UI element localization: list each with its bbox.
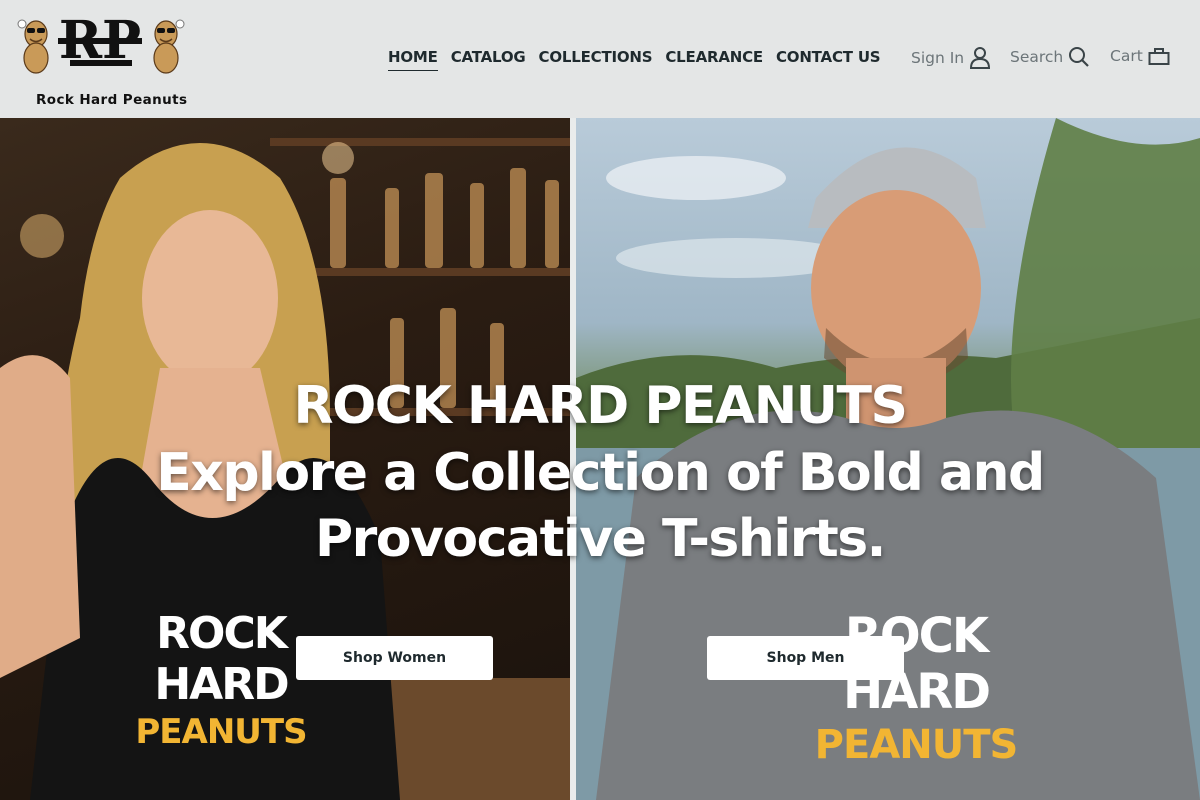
nav-item-catalog[interactable]: CATALOG	[451, 48, 526, 71]
user-icon	[970, 47, 991, 69]
women-shirt-print: ROCK HARD PEANUTS	[96, 608, 346, 752]
shop-men-button[interactable]: Shop Men	[707, 636, 904, 680]
search-link[interactable]: Search	[1010, 46, 1090, 68]
brand-name: Rock Hard Peanuts	[36, 92, 188, 108]
women-shirt-line2: PEANUTS	[135, 712, 307, 752]
logo-mark-icon: RP	[17, 10, 185, 74]
nav-item-collections[interactable]: COLLECTIONS	[539, 48, 653, 71]
shop-women-button[interactable]: Shop Women	[296, 636, 493, 680]
hero-subtitle: Explore a Collection of Bold and Provoca…	[100, 440, 1100, 572]
nav-item-contact-us[interactable]: CONTACT US	[776, 48, 881, 71]
hero-subtitle-line2: Provocative T-shirts.	[315, 509, 886, 569]
search-icon	[1069, 47, 1090, 67]
men-shirt-line2: PEANUTS	[814, 722, 1019, 768]
nav-item-home[interactable]: HOME	[388, 48, 438, 71]
hero-title: ROCK HARD PEANUTS	[293, 376, 908, 436]
nav-item-clearance[interactable]: CLEARANCE	[665, 48, 763, 71]
sign-in-label: Sign In	[911, 49, 965, 67]
main-nav: HOME CATALOG COLLECTIONS CLEARANCE CONTA…	[388, 48, 893, 71]
men-shirt-print: ROCK HARD PEANUTS	[766, 608, 1066, 768]
search-label: Search	[1010, 48, 1064, 66]
hero-banner: ROCK HARD PEANUTS ROCK HARD PEANUTS ROCK…	[0, 118, 1200, 800]
cart-label: Cart	[1110, 47, 1143, 65]
hero-subtitle-line1: Explore a Collection of Bold and	[156, 443, 1045, 503]
brand-logo[interactable]: RP Rock Hard Peanuts	[14, 10, 187, 108]
shopping-bag-icon	[1148, 48, 1170, 65]
sign-in-link[interactable]: Sign In	[911, 46, 991, 70]
cart-link[interactable]: Cart	[1110, 46, 1170, 66]
site-header: RP Rock Hard Peanuts HOME CATALOG COLLEC…	[0, 0, 1200, 118]
